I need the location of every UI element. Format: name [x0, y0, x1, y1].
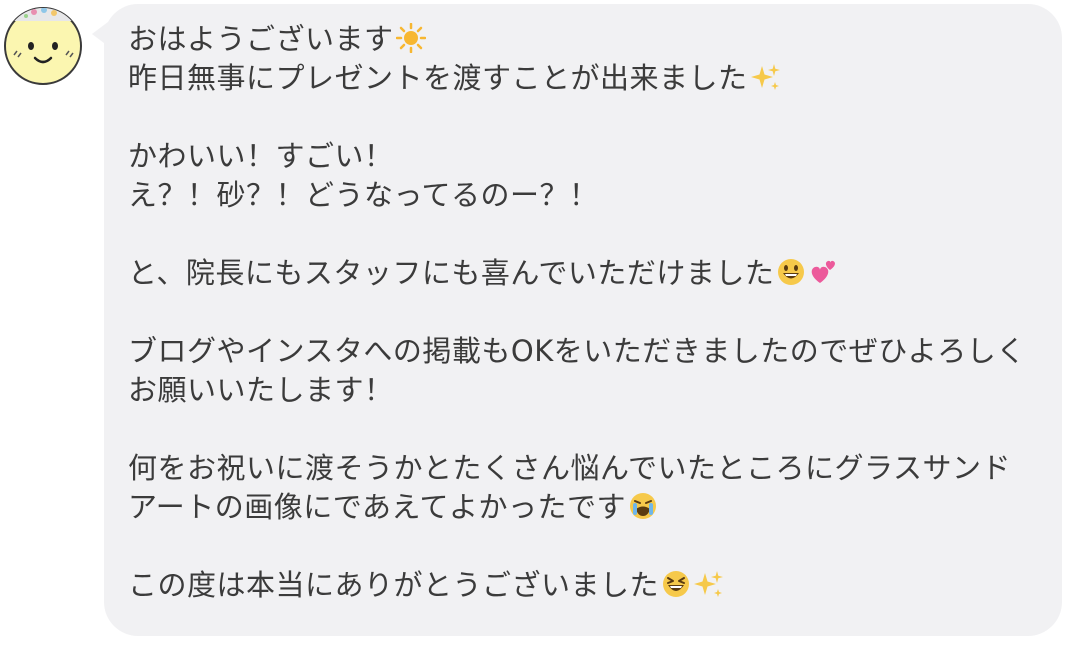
sparkles-emoji [693, 569, 724, 609]
message-bubble[interactable]: おはようございます 昨日無事にプレゼントを渡すことが出来ました かわいい！すごい… [104, 4, 1062, 636]
message-line: 昨日無事にプレゼントを渡すことが出来ました [128, 59, 1042, 98]
laughing-face-emoji [661, 569, 691, 609]
sun-emoji [395, 22, 426, 63]
two-hearts-emoji [808, 257, 838, 297]
message-line: ブログやインスタへの掲載もOKをいただきましたのでぜひよろしく [128, 334, 1026, 368]
message-line: かわいい！すごい！ [128, 139, 394, 173]
message-line: と、院長にもスタッフにも喜んでいただけました [128, 254, 1042, 293]
grinning-face-emoji [776, 257, 806, 297]
smiley-face-icon [4, 7, 82, 85]
message-line: この度は本当にありがとうございました [128, 566, 1042, 605]
sparkles-emoji [750, 62, 780, 102]
message-line: え？！砂？！どうなってるのー？！ [128, 178, 599, 212]
sender-avatar[interactable] [4, 3, 82, 89]
message-line: アートの画像にであえてよかったです [128, 488, 1042, 527]
message-line: おはようございます [128, 20, 1042, 59]
crying-face-emoji [628, 491, 658, 531]
message-line: 何をお祝いに渡そうかとたくさん悩んでいたところにグラスサンド [128, 451, 1011, 485]
message-line: お願いいたします！ [128, 373, 394, 407]
